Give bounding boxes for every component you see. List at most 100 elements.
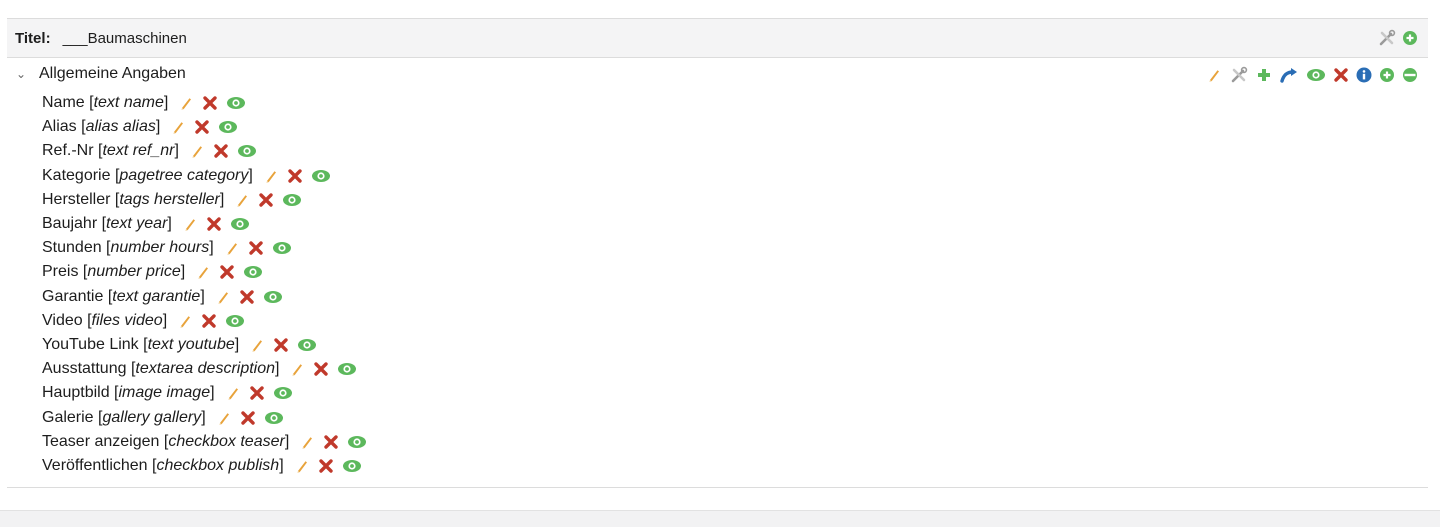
pencil-icon[interactable] xyxy=(294,458,310,474)
field-actions xyxy=(170,119,238,135)
chevron-down-icon[interactable]: ⌄ xyxy=(11,67,31,81)
field-row: Galerie [gallery gallery] xyxy=(42,405,367,429)
field-actions xyxy=(299,434,367,450)
delete-icon[interactable] xyxy=(201,313,217,329)
field-type: textarea description xyxy=(135,360,276,378)
bracket-open: [ xyxy=(93,408,103,426)
bracket-close: ] xyxy=(210,384,215,402)
pencil-icon[interactable] xyxy=(249,337,265,353)
pencil-icon[interactable] xyxy=(215,289,231,305)
pencil-icon[interactable] xyxy=(289,361,305,377)
pencil-icon[interactable] xyxy=(170,119,186,135)
eye-icon[interactable] xyxy=(311,168,331,184)
delete-icon[interactable] xyxy=(194,119,210,135)
delete-icon[interactable] xyxy=(1333,67,1349,83)
bracket-close: ] xyxy=(163,94,169,112)
eye-icon[interactable] xyxy=(237,143,257,159)
field-actions xyxy=(182,216,250,232)
field-type: text ref_nr xyxy=(102,142,175,160)
eye-icon[interactable] xyxy=(243,264,263,280)
pencil-icon[interactable] xyxy=(189,143,205,159)
field-actions xyxy=(195,264,263,280)
pencil-icon[interactable] xyxy=(178,95,194,111)
pencil-icon[interactable] xyxy=(299,434,315,450)
delete-icon[interactable] xyxy=(240,410,256,426)
bracket-close: ] xyxy=(234,335,240,353)
eye-icon[interactable] xyxy=(264,410,284,426)
pencil-icon[interactable] xyxy=(263,168,279,184)
eye-icon[interactable] xyxy=(225,313,245,329)
eye-icon[interactable] xyxy=(230,216,250,232)
field-row: Ref.-Nr [text ref_nr] xyxy=(42,139,367,163)
eye-icon[interactable] xyxy=(273,385,293,401)
field-type: image image xyxy=(118,384,211,402)
bracket-close: ] xyxy=(275,360,280,378)
eye-icon[interactable] xyxy=(297,337,317,353)
field-row: Garantie [text garantie] xyxy=(42,285,367,309)
field-type: text youtube xyxy=(147,335,235,353)
bracket-close: ] xyxy=(248,166,253,184)
delete-icon[interactable] xyxy=(206,216,222,232)
minus-circle-icon[interactable] xyxy=(1402,67,1418,83)
pencil-icon[interactable] xyxy=(224,240,240,256)
delete-icon[interactable] xyxy=(249,385,265,401)
field-type: text name xyxy=(93,94,164,112)
pencil-icon[interactable] xyxy=(195,264,211,280)
title-label: Titel: xyxy=(15,29,51,47)
pencil-icon[interactable] xyxy=(182,216,198,232)
delete-icon[interactable] xyxy=(258,192,274,208)
tools-icon[interactable] xyxy=(1377,29,1397,46)
move-arrow-icon[interactable] xyxy=(1279,67,1299,83)
eye-icon[interactable] xyxy=(218,119,238,135)
field-row: Name [text name] xyxy=(42,91,367,115)
pencil-icon[interactable] xyxy=(1206,67,1222,83)
pencil-icon[interactable] xyxy=(225,385,241,401)
eye-icon[interactable] xyxy=(226,95,246,111)
pencil-icon[interactable] xyxy=(177,313,193,329)
add-circle-icon[interactable] xyxy=(1379,67,1395,83)
delete-icon[interactable] xyxy=(273,337,289,353)
info-icon[interactable] xyxy=(1356,67,1372,83)
delete-icon[interactable] xyxy=(213,143,229,159)
group-header[interactable]: ⌄ Allgemeine Angaben xyxy=(7,65,186,83)
eye-icon[interactable] xyxy=(272,240,292,256)
eye-icon[interactable] xyxy=(342,458,362,474)
field-type: number hours xyxy=(110,239,210,257)
eye-icon[interactable] xyxy=(347,434,367,450)
field-row: Baujahr [text year] xyxy=(42,212,367,236)
delete-icon[interactable] xyxy=(318,458,334,474)
field-label: Garantie xyxy=(42,287,104,305)
field-row: YouTube Link [text youtube] xyxy=(42,333,367,357)
field-type: text year xyxy=(106,215,168,233)
bracket-open: [ xyxy=(76,118,86,136)
bracket-open: [ xyxy=(109,384,119,402)
bracket-close: ] xyxy=(219,190,225,208)
field-label: Video xyxy=(42,311,83,329)
plus-icon[interactable] xyxy=(1256,67,1272,83)
delete-icon[interactable] xyxy=(313,361,329,377)
bracket-close: ] xyxy=(167,215,172,233)
field-actions xyxy=(224,240,292,256)
delete-icon[interactable] xyxy=(248,240,264,256)
eye-icon[interactable] xyxy=(282,192,302,208)
tools-icon[interactable] xyxy=(1229,66,1249,83)
delete-icon[interactable] xyxy=(323,434,339,450)
delete-icon[interactable] xyxy=(239,289,255,305)
field-row: Stunden [number hours] xyxy=(42,236,367,260)
field-label: Alias xyxy=(42,118,77,136)
bracket-open: [ xyxy=(103,287,113,305)
eye-icon[interactable] xyxy=(337,361,357,377)
pencil-icon[interactable] xyxy=(234,192,250,208)
delete-icon[interactable] xyxy=(287,168,303,184)
add-circle-icon[interactable] xyxy=(1402,30,1418,46)
delete-icon[interactable] xyxy=(202,95,218,111)
bracket-close: ] xyxy=(180,263,186,281)
group-actions xyxy=(1206,66,1418,83)
delete-icon[interactable] xyxy=(219,264,235,280)
field-type: pagetree category xyxy=(119,166,249,184)
field-actions xyxy=(249,337,317,353)
pencil-icon[interactable] xyxy=(216,410,232,426)
field-label: Hauptbild xyxy=(42,384,110,402)
eye-icon[interactable] xyxy=(263,289,283,305)
eye-icon[interactable] xyxy=(1306,67,1326,83)
